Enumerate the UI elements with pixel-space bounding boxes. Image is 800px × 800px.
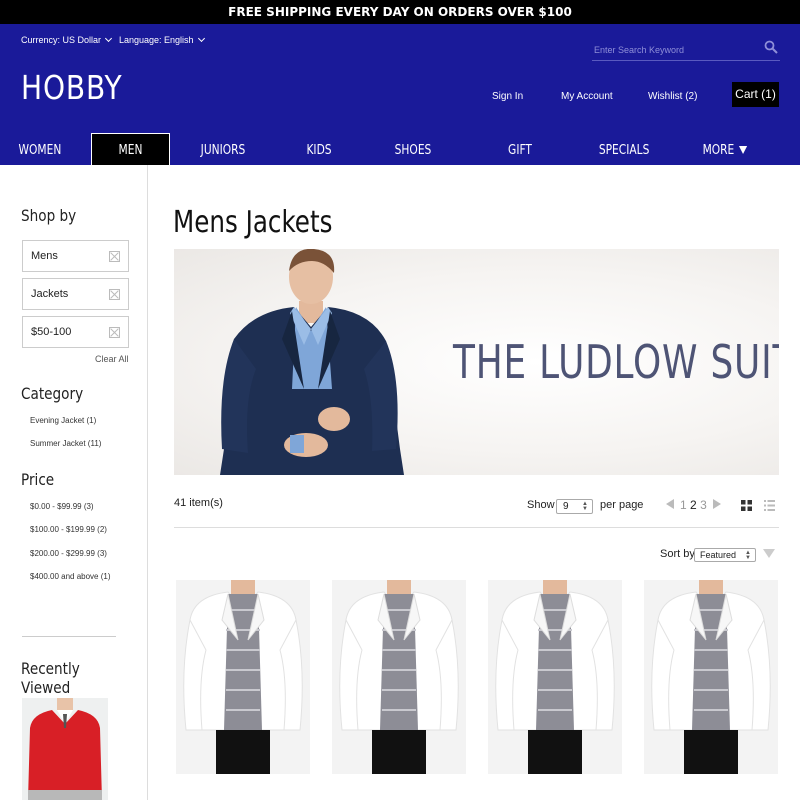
prev-page-icon[interactable]	[666, 499, 674, 509]
remove-filter-icon[interactable]	[109, 289, 120, 300]
filter-label: $50-100	[31, 326, 72, 338]
search-input[interactable]	[594, 43, 754, 57]
product-card[interactable]	[488, 580, 622, 774]
price-link[interactable]: $100.00 - $199.99 (2)	[30, 525, 107, 534]
sign-in-link[interactable]: Sign In	[492, 91, 523, 102]
clear-all-link[interactable]: Clear All	[95, 354, 129, 364]
active-filter: Mens	[22, 240, 129, 272]
caret-down-icon	[739, 146, 748, 154]
site-header: Currency: US Dollar Language: English HO…	[0, 24, 800, 194]
nav-item-women[interactable]: WOMEN	[19, 133, 62, 165]
currency-selector[interactable]: Currency: US Dollar	[21, 34, 113, 45]
nav-item-more[interactable]: MORE	[701, 133, 749, 165]
product-image	[488, 580, 622, 774]
promo-banner: FREE SHIPPING EVERY DAY ON ORDERS OVER $…	[0, 0, 800, 24]
filter-label: Mens	[31, 250, 58, 262]
select-arrows-icon: ▲ ▼	[582, 501, 588, 512]
filter-label: Jackets	[31, 288, 69, 300]
category-heading: Category	[21, 384, 84, 403]
select-arrows-icon: ▲ ▼	[745, 550, 751, 561]
category-link-summer-jacket[interactable]: Summer Jacket (11)	[30, 439, 101, 448]
nav-item-kids[interactable]: KIDS	[303, 133, 334, 165]
promo-banner-image[interactable]: THE LUDLOW SUIT	[174, 249, 779, 475]
active-filter: $50-100	[22, 316, 129, 348]
price-link[interactable]: $200.00 - $299.99 (3)	[30, 549, 107, 558]
nav-item-juniors[interactable]: JUNIORS	[196, 133, 250, 165]
page-link[interactable]: 1	[680, 498, 687, 512]
divider	[174, 527, 779, 528]
chevron-down-icon	[197, 34, 205, 43]
nav-item-specials[interactable]: SPECIALS	[599, 133, 650, 165]
list-view-icon[interactable]	[764, 500, 775, 511]
show-label: Show	[527, 499, 555, 511]
product-card[interactable]	[332, 580, 466, 774]
per-page-select[interactable]: 9 ▲ ▼	[556, 499, 593, 514]
remove-filter-icon[interactable]	[109, 327, 120, 338]
next-page-icon[interactable]	[712, 499, 721, 509]
my-account-link[interactable]: My Account	[561, 91, 613, 102]
main-nav: WOMEN MEN JUNIORS KIDS SHOES GIFT CARDS …	[0, 133, 800, 194]
shop-by-heading: Shop by	[21, 206, 77, 225]
product-card[interactable]	[176, 580, 310, 774]
site-logo[interactable]: HOBBY	[21, 68, 123, 107]
product-image	[644, 580, 778, 774]
product-card[interactable]	[644, 580, 778, 774]
per-page-label: per page	[600, 499, 644, 511]
per-page-value: 9	[563, 501, 569, 512]
sort-label: Sort by	[660, 548, 695, 560]
page-title: Mens Jackets	[173, 205, 333, 240]
grid-view-icon[interactable]	[741, 500, 752, 511]
recently-viewed-product-image[interactable]	[22, 698, 108, 800]
divider	[22, 636, 116, 637]
recently-viewed-heading: Recently Viewed	[21, 659, 80, 697]
chevron-down-icon	[104, 34, 113, 43]
product-image	[176, 580, 310, 774]
sort-select[interactable]: Featured ▲ ▼	[694, 548, 756, 562]
price-link[interactable]: $0.00 - $99.99 (3)	[30, 502, 94, 511]
price-link[interactable]: $400.00 and above (1)	[30, 572, 111, 581]
remove-filter-icon[interactable]	[109, 251, 120, 262]
price-heading: Price	[21, 470, 55, 489]
page-link-current[interactable]: 2	[690, 498, 697, 512]
search-box	[592, 39, 780, 61]
language-selector[interactable]: Language: English	[119, 34, 205, 45]
sidebar: Shop by Mens Jackets $50-100 Clear All C…	[0, 165, 148, 800]
language-label: Language: English	[119, 35, 194, 45]
sort-value: Featured	[700, 550, 737, 560]
pagination: 1 2 3	[666, 498, 721, 512]
cart-button[interactable]: Cart (1)	[732, 82, 779, 107]
currency-label: Currency: US Dollar	[21, 35, 102, 45]
nav-more-label: MORE	[702, 143, 735, 158]
active-filter: Jackets	[22, 278, 129, 310]
sort-direction-icon[interactable]	[763, 549, 775, 558]
nav-item-men[interactable]: MEN	[98, 133, 163, 165]
nav-item-shoes[interactable]: SHOES	[394, 133, 432, 165]
wishlist-link[interactable]: Wishlist (2)	[648, 91, 697, 102]
item-count: 41 item(s)	[174, 497, 223, 509]
banner-headline: THE LUDLOW SUIT	[453, 335, 779, 389]
page-link[interactable]: 3	[700, 498, 707, 512]
product-image	[332, 580, 466, 774]
category-link-evening-jacket[interactable]: Evening Jacket (1)	[30, 416, 96, 425]
search-icon[interactable]	[764, 40, 778, 54]
nav-item-gift-cards[interactable]: GIFT CARDS	[490, 133, 549, 194]
